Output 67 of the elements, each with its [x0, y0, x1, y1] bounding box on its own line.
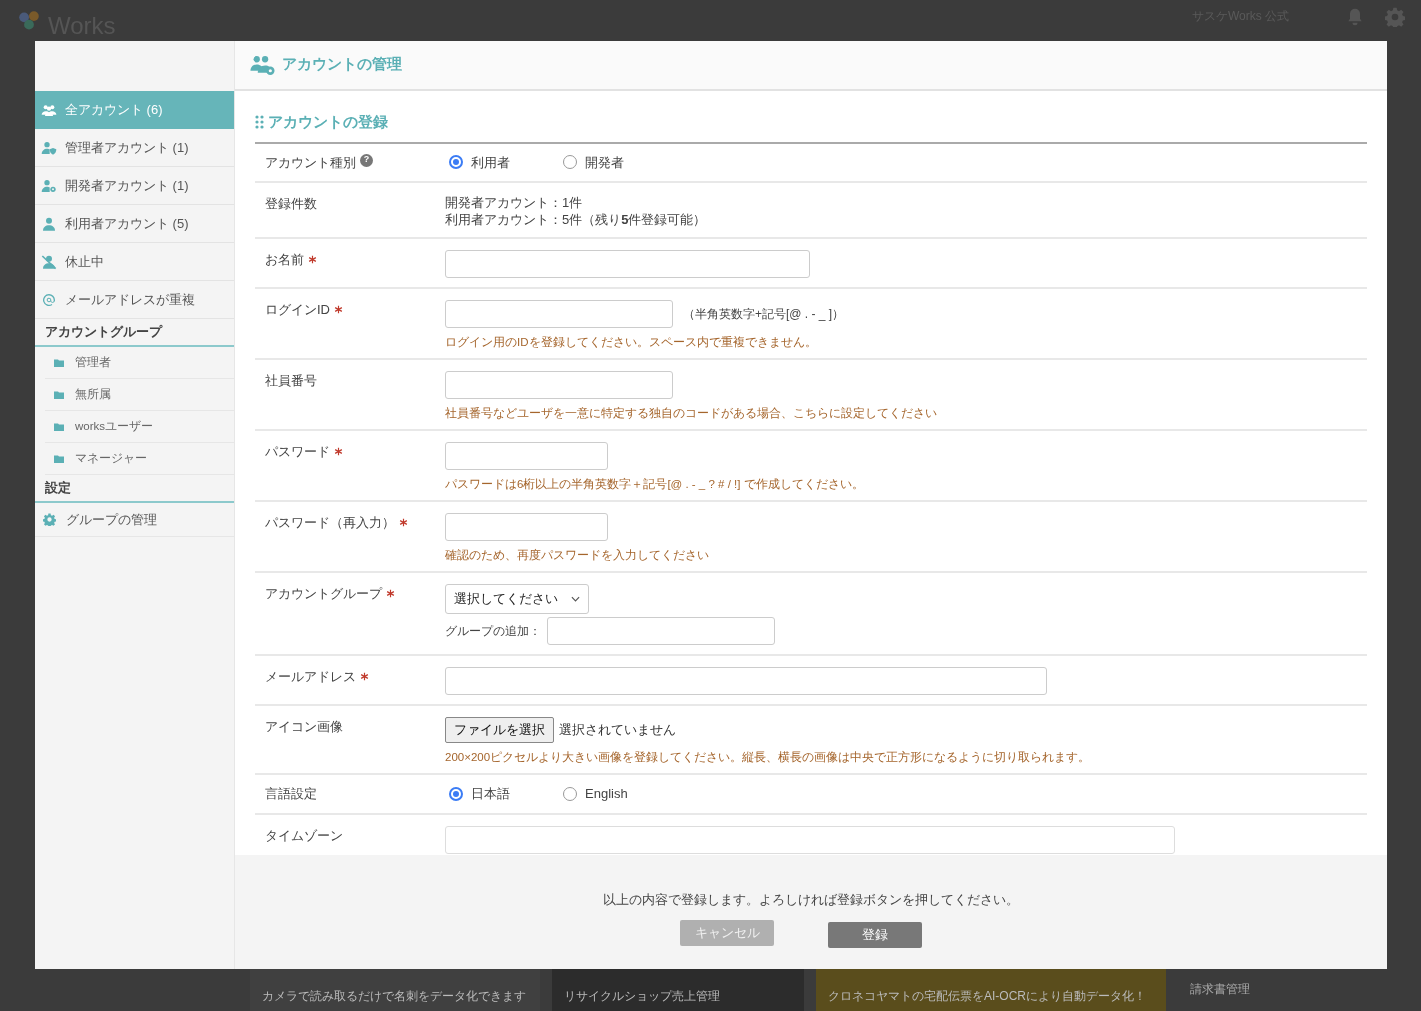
help-text: 社員番号などユーザを一意に特定する独自のコードがある場合、こちらに設定してください [445, 406, 937, 420]
field-label: お名前 [265, 251, 304, 269]
input-field[interactable] [445, 300, 673, 328]
sidebar-item[interactable]: 開発者アカウント (1) [35, 167, 234, 205]
at-icon [41, 291, 57, 308]
user-gear-icon [41, 177, 57, 194]
help-text: パスワードは6桁以上の半角英数字＋記号[@ . - _ ? # / !] で作成してください。 [445, 477, 864, 491]
page-title: アカウントの管理 [282, 55, 402, 75]
section-title: アカウントの登録 [268, 112, 388, 132]
file-status: 選択されていません [559, 721, 676, 740]
chevron-icon [571, 596, 580, 602]
field-label: ログインID [265, 301, 330, 319]
field-label: メールアドレス [265, 668, 356, 686]
sidebar-item[interactable]: 利用者アカウント (5) [35, 205, 234, 243]
settings-icon[interactable] [1385, 6, 1405, 27]
settings-item[interactable]: グループの管理 [35, 503, 234, 537]
radio-option[interactable]: 日本語 [449, 784, 523, 804]
users-gear-icon [250, 54, 276, 76]
register-button[interactable]: 登録 [828, 921, 922, 948]
help-icon[interactable]: ? [360, 153, 373, 167]
field-label: グループの追加： [445, 623, 541, 640]
app-card[interactable]: リサイクルショップ売上管理 [552, 969, 804, 1011]
user-icon [41, 215, 57, 232]
user-shield-icon [41, 139, 57, 156]
logo-icon [16, 9, 42, 32]
app-link[interactable]: 請求書管理 [1190, 980, 1250, 998]
section-heading: 設定 [35, 475, 234, 503]
format-note: （半角英数字+記号[@ . - _ ]） [683, 306, 845, 323]
section-heading: アカウントグループ [35, 319, 234, 347]
radio-option[interactable]: English [563, 784, 637, 804]
field-label: 社員番号 [265, 372, 317, 390]
input-field[interactable] [445, 513, 608, 541]
input-field[interactable] [445, 250, 810, 278]
user-slash-icon [41, 253, 57, 270]
field-label: パスワード（再入力） [265, 514, 395, 532]
confirm-message: 以上の内容で登録します。よろしければ登録ボタンを押してください。 [603, 892, 1019, 909]
sidebar-item[interactable]: 休止中 [35, 243, 234, 281]
field-label: 登録件数 [265, 195, 317, 213]
field-label: パスワード [265, 443, 330, 461]
radio-option[interactable]: 利用者 [449, 152, 523, 172]
help-text: 200×200ピクセルより大きい画像を登録してください。縦長、横長の画像は中央で正方形になるように切り取られます。 [445, 750, 1091, 764]
group-item[interactable]: 無所属 [45, 379, 234, 411]
drag-handle-icon [255, 115, 264, 130]
info-text: 開発者アカウント：1件 [445, 194, 583, 211]
help-text: 確認のため、再度パスワードを入力してください [445, 548, 709, 562]
field-label: アカウント種別 [265, 153, 356, 172]
select-field[interactable]: 選択してください [445, 584, 589, 614]
sidebar-item[interactable]: 管理者アカウント (1) [35, 129, 234, 167]
group-item[interactable]: マネージャー [45, 443, 234, 475]
field-label: アカウントグループ [265, 585, 382, 603]
sidebar-item[interactable]: メールアドレスが重複 [35, 281, 234, 319]
group-item[interactable]: 管理者 [45, 347, 234, 379]
app-card[interactable]: カメラで読み取るだけで名刺をデータ化できます [250, 969, 540, 1011]
field-label: アイコン画像 [265, 718, 343, 736]
group-item[interactable]: worksユーザー [45, 411, 234, 443]
choose-file-button[interactable]: ファイルを選択 [445, 717, 554, 743]
settings-icon [43, 513, 56, 526]
field-label: 言語設定 [265, 785, 317, 803]
app-card[interactable]: クロネコヤマトの宅配伝票をAI-OCRにより自動データ化！ [816, 969, 1166, 1011]
input-field[interactable] [445, 442, 608, 470]
radio-option[interactable]: 開発者 [563, 152, 637, 172]
input-field[interactable] [445, 667, 1047, 695]
input-field[interactable] [547, 617, 775, 645]
help-text: ログイン用のIDを登録してください。スペース内で重複できません。 [445, 335, 817, 349]
field-label: タイムゾーン [265, 826, 343, 845]
select-field[interactable] [445, 825, 1175, 854]
input-field[interactable] [445, 371, 673, 399]
